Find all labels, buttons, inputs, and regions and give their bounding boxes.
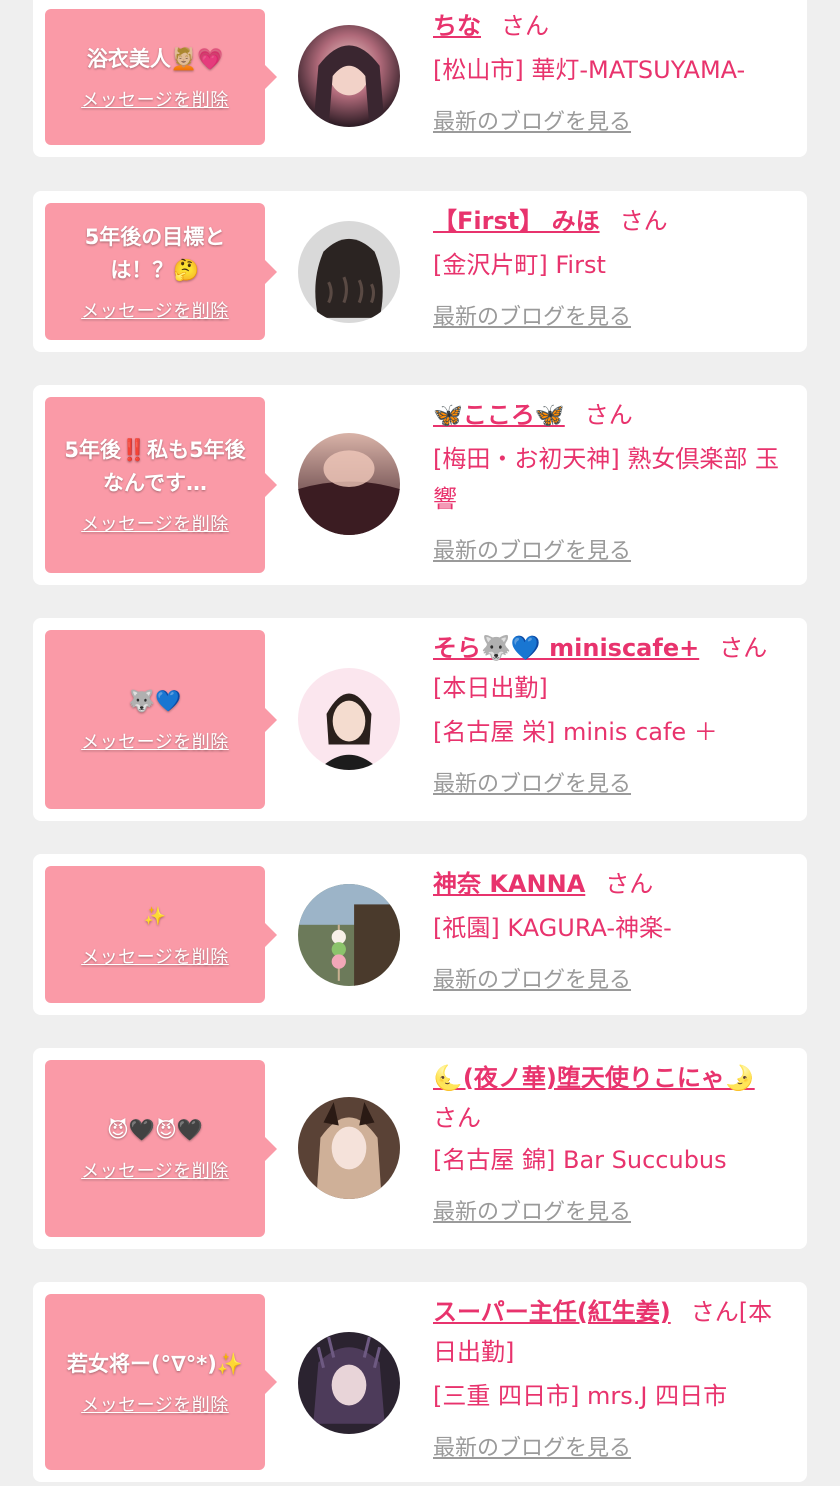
delete-message-link[interactable]: メッセージを削除 [81,297,229,323]
cast-name-line: そら🐺💙 miniscafe+ さん[本日出勤] [433,628,795,708]
message-bubble: ✨ メッセージを削除 [45,866,277,1003]
shop-name: [名古屋 栄] minis cafe ＋ [433,718,718,746]
blog-card: 浴衣美人💆🏼💗 メッセージを削除 ちな さん [松山市] 華灯-MATSUYAMA… [33,0,807,157]
avatar[interactable] [298,433,400,535]
message-bubble: 😈🖤😈🖤 メッセージを削除 [45,1060,277,1237]
message-text: 5年後の目標とは！？🤔 [84,224,226,282]
delete-message-link[interactable]: メッセージを削除 [81,943,229,969]
cast-info: 🌜(夜ノ華)堕天使りこにゃ🌛 さん [名古屋 錦] Bar Succubus 最新… [433,1058,795,1226]
cast-info: 神奈 KANNA さん [祇園] KAGURA-神楽- 最新のブログを見る [433,864,795,994]
delete-message-link[interactable]: メッセージを削除 [81,86,229,112]
blog-card: 🐺💙 メッセージを削除 そら🐺💙 miniscafe+ さん[本日出勤] [名古屋… [33,618,807,821]
cast-name-link[interactable]: そら🐺💙 miniscafe+ [433,634,699,662]
avatar[interactable] [298,1332,400,1434]
cast-name-line: 🌜(夜ノ華)堕天使りこにゃ🌛 さん [433,1058,795,1138]
blog-card: 5年後‼️私も5年後なんです… メッセージを削除 🦋こころ🦋 さん [梅田・お初天… [33,385,807,585]
shop-name: [松山市] 華灯-MATSUYAMA- [433,56,746,84]
latest-blog-link[interactable]: 最新のブログを見る [433,1194,631,1226]
avatar[interactable] [298,668,400,770]
san-suffix: さん [584,401,633,429]
blog-card: 若女将ー(°∇°*)✨ メッセージを削除 スーパー主任(紅生姜) さん[本日出勤]… [33,1282,807,1482]
avatar[interactable] [298,884,400,986]
message-text: 若女将ー(°∇°*)✨ [67,1351,243,1376]
san-suffix: さん [605,870,654,898]
message-bubble: 🐺💙 メッセージを削除 [45,630,277,809]
latest-blog-link[interactable]: 最新のブログを見る [433,533,631,565]
cast-name-link[interactable]: 🦋こころ🦋 [433,401,565,429]
shop-name: [三重 四日市] mrs.J 四日市 [433,1382,728,1410]
cast-info: 🦋こころ🦋 さん [梅田・お初天神] 熟女倶楽部 玉響 最新のブログを見る [433,395,795,565]
cast-info: そら🐺💙 miniscafe+ さん[本日出勤] [名古屋 栄] minis ca… [433,628,795,798]
cast-info: 【First】 みほ さん [金沢片町] First 最新のブログを見る [433,201,795,331]
delete-message-link[interactable]: メッセージを削除 [81,728,229,754]
latest-blog-link[interactable]: 最新のブログを見る [433,1430,631,1462]
shop-name: [祇園] KAGURA-神楽- [433,914,672,942]
shop-name: [名古屋 錦] Bar Succubus [433,1146,727,1174]
latest-blog-link[interactable]: 最新のブログを見る [433,962,631,994]
cast-name-link[interactable]: 🌜(夜ノ華)堕天使りこにゃ🌛 [433,1064,755,1092]
blog-card: 5年後の目標とは！？🤔 メッセージを削除 【First】 みほ さん [金沢片町]… [33,191,807,352]
delete-message-link[interactable]: メッセージを削除 [81,1391,229,1417]
message-text: 😈🖤😈🖤 [106,1118,204,1142]
cast-name-link[interactable]: 神奈 KANNA [433,870,585,898]
message-text: ✨ [143,906,167,927]
delete-message-link[interactable]: メッセージを削除 [81,1157,229,1183]
message-bubble: 5年後‼️私も5年後なんです… メッセージを削除 [45,397,277,573]
message-text: 🐺💙 [128,689,182,713]
cast-info: ちな さん [松山市] 華灯-MATSUYAMA- 最新のブログを見る [433,6,795,136]
message-bubble: 若女将ー(°∇°*)✨ メッセージを削除 [45,1294,277,1470]
avatar[interactable] [298,221,400,323]
cast-name-line: 神奈 KANNA さん [433,864,795,904]
shop-name: [金沢片町] First [433,251,606,279]
cast-name-link[interactable]: ちな [433,12,481,40]
cast-name-line: スーパー主任(紅生姜) さん[本日出勤] [433,1292,795,1372]
san-suffix: さん [501,12,549,40]
delete-message-link[interactable]: メッセージを削除 [81,510,229,536]
blog-card: ✨ メッセージを削除 神奈 KANNA さん [祇園] KAGURA-神楽- 最新… [33,854,807,1015]
avatar[interactable] [298,1097,400,1199]
latest-blog-link[interactable]: 最新のブログを見る [433,766,631,798]
cast-name-link[interactable]: 【First】 みほ [433,207,600,235]
blog-card: 😈🖤😈🖤 メッセージを削除 🌜(夜ノ華)堕天使りこにゃ🌛 さん [名古屋 錦] B… [33,1048,807,1249]
san-suffix: さん [433,1104,481,1132]
message-bubble: 5年後の目標とは！？🤔 メッセージを削除 [45,203,277,340]
shop-name: [梅田・お初天神] 熟女倶楽部 玉響 [433,445,779,513]
cast-info: スーパー主任(紅生姜) さん[本日出勤] [三重 四日市] mrs.J 四日市 最… [433,1292,795,1462]
message-text: 浴衣美人💆🏼💗 [86,46,224,71]
avatar[interactable] [298,25,400,127]
latest-blog-link[interactable]: 最新のブログを見る [433,104,631,136]
cast-name-line: ちな さん [433,6,795,46]
cast-name-line: 【First】 みほ さん [433,201,795,241]
message-text: 5年後‼️私も5年後なんです… [64,438,246,495]
message-bubble: 浴衣美人💆🏼💗 メッセージを削除 [45,9,277,145]
cast-name-line: 🦋こころ🦋 さん [433,395,795,435]
san-suffix: さん [619,207,668,235]
latest-blog-link[interactable]: 最新のブログを見る [433,299,631,331]
cast-name-link[interactable]: スーパー主任(紅生姜) [433,1298,671,1326]
